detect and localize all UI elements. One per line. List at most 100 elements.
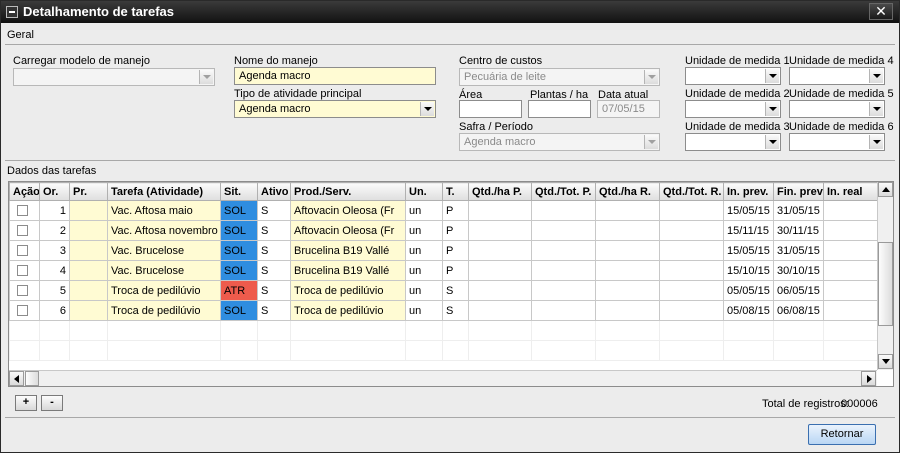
status-cell[interactable]: SOL [220, 260, 258, 281]
status-cell[interactable]: ATR [220, 280, 258, 301]
carregar-modelo-select[interactable] [13, 68, 215, 86]
row-checkbox[interactable] [17, 205, 28, 217]
chevron-down-icon[interactable] [869, 135, 883, 149]
product-cell[interactable]: Brucelina B19 Vallé [290, 240, 406, 261]
unit-cell[interactable]: un [405, 260, 443, 281]
row-checkbox[interactable] [17, 245, 28, 257]
type-cell[interactable]: P [442, 220, 469, 241]
order-cell[interactable]: 5 [39, 280, 70, 301]
chevron-down-icon[interactable] [420, 102, 434, 116]
end-planned-cell[interactable]: 30/11/15 [773, 220, 824, 241]
priority-cell[interactable] [69, 280, 108, 301]
unidade-medida-6-select[interactable] [789, 133, 885, 151]
vertical-scrollbar[interactable] [877, 182, 893, 370]
column-header[interactable]: Ativo [257, 182, 291, 201]
column-header[interactable]: In. prev. [723, 182, 774, 201]
column-header[interactable]: In. real [823, 182, 878, 201]
task-cell[interactable]: Troca de pedilúvio [107, 300, 221, 321]
centro-custos-select[interactable]: Pecuária de leite [459, 68, 660, 86]
qty-total-real-cell[interactable] [659, 300, 724, 321]
start-real-cell[interactable] [823, 280, 878, 301]
start-real-cell[interactable] [823, 240, 878, 261]
qty-total-planned-cell[interactable] [531, 300, 596, 321]
end-planned-cell[interactable]: 31/05/15 [773, 200, 824, 221]
column-header[interactable]: Un. [405, 182, 443, 201]
type-cell[interactable]: S [442, 300, 469, 321]
column-header[interactable]: Qtd./ha P. [468, 182, 532, 201]
type-cell[interactable]: S [442, 280, 469, 301]
column-header[interactable]: Tarefa (Atividade) [107, 182, 221, 201]
row-checkbox[interactable] [17, 225, 28, 237]
qty-ha-real-cell[interactable] [595, 300, 660, 321]
qty-ha-planned-cell[interactable] [468, 200, 532, 221]
order-cell[interactable]: 3 [39, 240, 70, 261]
unidade-medida-1-select[interactable] [685, 67, 781, 85]
scroll-thumb-vertical[interactable] [878, 242, 893, 326]
start-real-cell[interactable] [823, 200, 878, 221]
qty-ha-real-cell[interactable] [595, 240, 660, 261]
product-cell[interactable]: Troca de pedilúvio [290, 300, 406, 321]
end-planned-cell[interactable]: 31/05/15 [773, 240, 824, 261]
order-cell[interactable]: 2 [39, 220, 70, 241]
product-cell[interactable]: Aftovacin Oleosa (Fr [290, 200, 406, 221]
qty-ha-real-cell[interactable] [595, 260, 660, 281]
qty-ha-planned-cell[interactable] [468, 300, 532, 321]
start-real-cell[interactable] [823, 220, 878, 241]
unidade-medida-3-select[interactable] [685, 133, 781, 151]
tipo-atividade-select[interactable]: Agenda macro [234, 100, 436, 118]
status-cell[interactable]: SOL [220, 240, 258, 261]
nome-manejo-input[interactable]: Agenda macro [234, 67, 436, 85]
column-header[interactable]: Qtd./Tot. R. [659, 182, 724, 201]
column-header[interactable]: Or. [39, 182, 70, 201]
column-header[interactable]: Ação [9, 182, 40, 201]
priority-cell[interactable] [69, 300, 108, 321]
scroll-right-icon[interactable] [861, 371, 876, 386]
qty-total-planned-cell[interactable] [531, 220, 596, 241]
priority-cell[interactable] [69, 220, 108, 241]
unit-cell[interactable]: un [405, 240, 443, 261]
qty-ha-real-cell[interactable] [595, 200, 660, 221]
unidade-medida-4-select[interactable] [789, 67, 885, 85]
status-cell[interactable]: SOL [220, 200, 258, 221]
task-cell[interactable]: Vac. Aftosa novembro [107, 220, 221, 241]
column-header[interactable]: Qtd./Tot. P. [531, 182, 596, 201]
qty-total-planned-cell[interactable] [531, 280, 596, 301]
start-planned-cell[interactable]: 15/05/15 [723, 200, 774, 221]
active-cell[interactable]: S [257, 220, 291, 241]
area-input[interactable] [459, 100, 522, 118]
chevron-down-icon[interactable] [869, 102, 883, 116]
column-header[interactable]: Qtd./ha R. [595, 182, 660, 201]
table-row[interactable]: 6 Troca de pedilúvio SOL S Troca de pedilúvi… [9, 300, 878, 321]
task-cell[interactable]: Vac. Brucelose [107, 260, 221, 281]
type-cell[interactable]: P [442, 260, 469, 281]
qty-total-real-cell[interactable] [659, 220, 724, 241]
end-planned-cell[interactable]: 30/10/15 [773, 260, 824, 281]
qty-total-real-cell[interactable] [659, 240, 724, 261]
column-header[interactable]: Fin. prev [773, 182, 824, 201]
type-cell[interactable]: P [442, 240, 469, 261]
chevron-down-icon[interactable] [765, 69, 779, 83]
title-bar[interactable]: Detalhamento de tarefas ✕ [1, 1, 899, 23]
scroll-up-icon[interactable] [878, 182, 893, 197]
product-cell[interactable]: Brucelina B19 Vallé [290, 260, 406, 281]
scroll-down-icon[interactable] [878, 354, 893, 369]
active-cell[interactable]: S [257, 240, 291, 261]
qty-total-real-cell[interactable] [659, 200, 724, 221]
chevron-down-icon[interactable] [644, 70, 658, 84]
order-cell[interactable]: 1 [39, 200, 70, 221]
start-real-cell[interactable] [823, 260, 878, 281]
table-row[interactable]: 2 Vac. Aftosa novembro SOL S Aftovacin Oleos… [9, 220, 878, 241]
start-real-cell[interactable] [823, 300, 878, 321]
qty-total-real-cell[interactable] [659, 260, 724, 281]
table-row[interactable]: 1 Vac. Aftosa maio SOL S Aftovacin Oleosa (F… [9, 200, 878, 221]
horizontal-scrollbar[interactable] [9, 370, 877, 386]
unit-cell[interactable]: un [405, 280, 443, 301]
row-checkbox[interactable] [17, 305, 28, 317]
unidade-medida-5-select[interactable] [789, 100, 885, 118]
qty-total-planned-cell[interactable] [531, 260, 596, 281]
start-planned-cell[interactable]: 15/11/15 [723, 220, 774, 241]
retornar-button[interactable]: Retornar [808, 424, 876, 445]
active-cell[interactable]: S [257, 200, 291, 221]
start-planned-cell[interactable]: 05/05/15 [723, 280, 774, 301]
qty-total-planned-cell[interactable] [531, 240, 596, 261]
